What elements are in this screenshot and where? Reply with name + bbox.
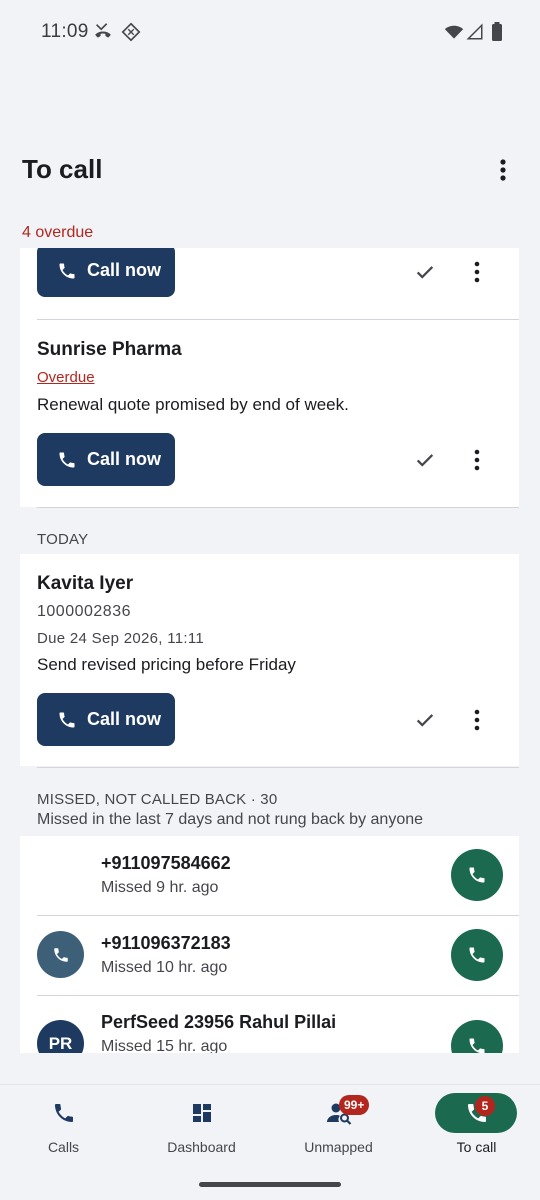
more-vertical-icon xyxy=(474,709,480,731)
avatar: PR xyxy=(37,1020,84,1053)
phone-icon xyxy=(53,947,68,962)
more-options-button[interactable] xyxy=(488,155,518,185)
call-now-button[interactable]: Call now xyxy=(37,693,175,746)
unmapped-badge: 99+ xyxy=(339,1095,370,1115)
wifi-icon xyxy=(444,20,464,44)
missed-time: Missed 9 hr. ago xyxy=(101,879,219,896)
check-icon xyxy=(416,266,434,279)
divider xyxy=(37,507,519,508)
more-vertical-icon xyxy=(474,449,480,471)
phone-icon xyxy=(469,1038,485,1053)
more-vertical-icon xyxy=(474,261,480,283)
mark-done-button[interactable] xyxy=(409,704,441,736)
battery-icon xyxy=(490,20,504,44)
page-title: To call xyxy=(22,154,103,184)
follow-up-note: Renewal quote promised by end of week. xyxy=(37,395,349,414)
caller-number: +911097584662 xyxy=(101,853,231,873)
divider xyxy=(37,767,519,768)
call-now-label: Call now xyxy=(87,260,162,280)
call-back-button[interactable] xyxy=(451,929,503,981)
missed-time: Missed 10 hr. ago xyxy=(101,959,228,976)
call-now-button[interactable]: Call now xyxy=(37,248,175,297)
missed-call-icon xyxy=(92,20,114,44)
contact-name: Sunrise Pharma xyxy=(37,339,182,360)
contact-phone: 1000002836 xyxy=(37,603,131,620)
section-header-today: TODAY xyxy=(37,531,89,548)
nav-item-calls[interactable]: Calls xyxy=(0,1085,131,1165)
call-back-button[interactable] xyxy=(451,849,503,901)
home-indicator[interactable] xyxy=(199,1182,341,1187)
phone-icon xyxy=(59,452,75,467)
overdue-card: Call now xyxy=(20,248,519,320)
avatar xyxy=(37,851,84,898)
contact-name: Kavita Iyer xyxy=(37,573,134,594)
dashboard-icon xyxy=(187,1099,217,1127)
caller-number: +911096372183 xyxy=(101,933,231,953)
call-now-label: Call now xyxy=(87,449,162,469)
mark-done-button[interactable] xyxy=(409,444,441,476)
nav-label: To call xyxy=(456,1139,497,1155)
call-now-button[interactable]: Call now xyxy=(37,433,175,486)
missed-time: Missed 15 hr. ago xyxy=(101,1038,228,1053)
call-back-button[interactable] xyxy=(451,1020,503,1053)
missed-call-row[interactable]: +911096372183 Missed 10 hr. ago xyxy=(20,916,519,996)
to-call-list[interactable]: Call now Sunrise Pharma Overdue Renewal … xyxy=(0,248,540,1053)
caller-name: PerfSeed 23956 Rahul Pillai xyxy=(101,1012,337,1032)
card-more-button[interactable] xyxy=(461,256,493,288)
vpn-diamond-icon xyxy=(120,20,142,44)
nav-label: Unmapped xyxy=(304,1139,373,1155)
section-subtitle-missed: Missed in the last 7 days and not rung b… xyxy=(37,811,424,828)
nav-item-dashboard[interactable]: Dashboard xyxy=(134,1085,269,1165)
check-icon xyxy=(416,454,434,467)
call-now-label: Call now xyxy=(87,709,162,729)
status-time: 11:09 xyxy=(41,21,89,42)
phone-icon xyxy=(59,263,75,278)
mark-done-button[interactable] xyxy=(409,256,441,288)
due-date: Due 24 Sep 2026, 11:11 xyxy=(37,630,205,647)
phone-icon xyxy=(469,947,485,963)
phone-icon xyxy=(469,867,485,883)
phone-icon xyxy=(49,1099,79,1127)
card-more-button[interactable] xyxy=(461,444,493,476)
today-card[interactable]: Kavita Iyer 1000002836 Due 24 Sep 2026, … xyxy=(20,554,519,766)
to-call-badge: 5 xyxy=(475,1096,495,1116)
check-icon xyxy=(416,714,434,727)
missed-call-row[interactable]: PR PerfSeed 23956 Rahul Pillai Missed 15… xyxy=(20,996,519,1053)
overdue-count: 4 overdue xyxy=(22,224,94,241)
phone-icon xyxy=(53,867,68,882)
overdue-status-link[interactable]: Overdue xyxy=(37,369,95,386)
nav-item-to-call[interactable]: 5 To call xyxy=(409,1085,540,1165)
more-vertical-icon xyxy=(500,159,506,181)
nav-label: Calls xyxy=(47,1139,80,1155)
follow-up-note: Send revised pricing before Friday xyxy=(37,655,296,674)
status-bar: 11:09 xyxy=(0,0,540,64)
section-header-missed: MISSED, NOT CALLED BACK · 30 xyxy=(37,791,278,808)
overdue-card[interactable]: Sunrise Pharma Overdue Renewal quote pro… xyxy=(20,320,519,507)
phone-icon xyxy=(59,712,75,727)
signal-icon xyxy=(466,20,484,44)
avatar xyxy=(37,931,84,978)
nav-label: Dashboard xyxy=(167,1139,236,1155)
card-more-button[interactable] xyxy=(461,704,493,736)
missed-call-row[interactable]: +911097584662 Missed 9 hr. ago xyxy=(20,836,519,916)
nav-item-unmapped[interactable]: 99+ Unmapped xyxy=(271,1085,406,1165)
